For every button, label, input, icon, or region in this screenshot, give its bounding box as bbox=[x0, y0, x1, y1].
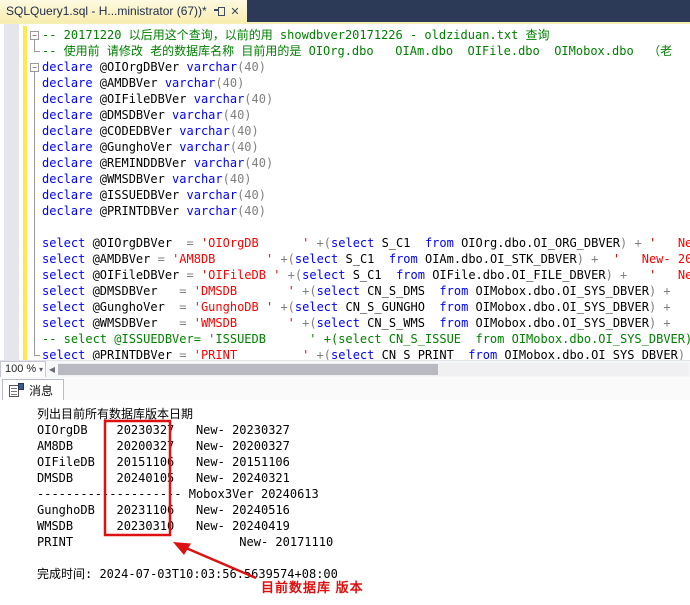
message-line: 列出目前所有数据库版本日期 bbox=[37, 406, 690, 422]
code-line[interactable]: declare @PRINTDBVer varchar(40) bbox=[42, 203, 690, 219]
editor-bottom-bar: 100 % ▾ ◀ bbox=[0, 360, 690, 377]
tab-title: SQLQuery1.sql - H...ministrator (67))* bbox=[6, 4, 211, 18]
ssms-window: SQLQuery1.sql - H...ministrator (67))* ✕… bbox=[0, 0, 690, 605]
code-line[interactable]: declare @AMDBVer varchar(40) bbox=[42, 75, 690, 91]
code-line[interactable]: declare @REMINDDBVer varchar(40) bbox=[42, 155, 690, 171]
message-line: -------------------- Mobox3Ver 20240613 bbox=[37, 486, 690, 502]
message-line: AM8DB 20200327 New- 20200327 bbox=[37, 438, 690, 454]
annotation-label: 目前数据库 版本 bbox=[261, 577, 364, 596]
message-doc-icon bbox=[9, 383, 24, 398]
fold-toggle-icon[interactable] bbox=[30, 31, 39, 40]
tab-sqlquery1[interactable]: SQLQuery1.sql - H...ministrator (67))* ✕ bbox=[0, 0, 247, 22]
code-line[interactable]: select @OIOrgDBVer = 'OIOrgDB ' +(select… bbox=[42, 235, 690, 251]
code-line[interactable]: select @WMSDBVer = 'WMSDB ' +(select CN_… bbox=[42, 315, 690, 331]
code-line[interactable]: declare @CODEDBVer varchar(40) bbox=[42, 123, 690, 139]
code-line[interactable]: -- 20171220 以后用这个查询，以前的用 showdbver201712… bbox=[42, 27, 690, 43]
zoom-level-value: 100 % bbox=[5, 363, 36, 375]
chevron-down-icon: ▾ bbox=[39, 365, 43, 374]
code-line[interactable] bbox=[42, 219, 690, 235]
horizontal-scrollbar[interactable] bbox=[58, 363, 689, 376]
editor-gutter bbox=[4, 24, 19, 360]
code-line[interactable]: select @GunghoVer = 'GunghoDB ' +(select… bbox=[42, 299, 690, 315]
code-line[interactable]: select @OIFileDBVer = 'OIFileDB ' +(sele… bbox=[42, 267, 690, 283]
message-line: OIFileDB 20151106 New- 20151106 bbox=[37, 454, 690, 470]
messages-output: 列出目前所有数据库版本日期OIOrgDB 20230327 New- 20230… bbox=[0, 400, 690, 605]
document-tab-strip: SQLQuery1.sql - H...ministrator (67))* ✕ bbox=[0, 0, 690, 22]
code-lines[interactable]: -- 20171220 以后用这个查询，以前的用 showdbver201712… bbox=[42, 27, 690, 360]
code-line[interactable]: -- select @ISSUEDBVer= 'ISSUEDB ' +(sele… bbox=[42, 331, 690, 347]
scroll-left-arrow-icon[interactable]: ◀ bbox=[46, 361, 58, 378]
zoom-level-dropdown[interactable]: 100 % ▾ bbox=[0, 361, 46, 378]
outline-connector bbox=[34, 72, 35, 355]
code-line[interactable]: select @AMDBVer = 'AM8DB ' +(select S_C1… bbox=[42, 251, 690, 267]
code-line[interactable]: select @DMSDBVer = 'DMSDB ' +(select CN_… bbox=[42, 283, 690, 299]
code-line[interactable]: select @PRINTDBVer = 'PRINT ' +(select C… bbox=[42, 347, 690, 360]
message-line: OIOrgDB 20230327 New- 20230327 bbox=[37, 422, 690, 438]
fold-toggle-icon[interactable] bbox=[30, 63, 39, 72]
outline-connector bbox=[34, 355, 40, 356]
outline-connector bbox=[34, 40, 35, 51]
tab-messages[interactable]: 消息 bbox=[2, 379, 64, 400]
code-line[interactable]: declare @WMSDBVer varchar(40) bbox=[42, 171, 690, 187]
pin-icon[interactable] bbox=[211, 3, 227, 19]
code-line[interactable]: declare @DMSDBVer varchar(40) bbox=[42, 107, 690, 123]
results-pane: 消息 列出目前所有数据库版本日期OIOrgDB 20230327 New- 20… bbox=[0, 377, 690, 605]
code-line[interactable]: declare @ISSUEDBVer varchar(40) bbox=[42, 187, 690, 203]
message-line: DMSDB 20240105 New- 20240321 bbox=[37, 470, 690, 486]
results-tab-bar: 消息 bbox=[0, 377, 690, 400]
message-line: GunghoDB 20231106 New- 20240516 bbox=[37, 502, 690, 518]
code-line[interactable]: -- 使用前 请修改 老的数据库名称 目前用的是 OIOrg.dbo OIAm.… bbox=[42, 43, 690, 59]
message-line bbox=[37, 550, 690, 566]
message-line: WMSDB 20230310 New- 20240419 bbox=[37, 518, 690, 534]
code-line[interactable]: declare @OIFileDBVer varchar(40) bbox=[42, 91, 690, 107]
close-icon[interactable]: ✕ bbox=[227, 3, 243, 19]
change-tracking-bar bbox=[23, 26, 27, 360]
pin-shape bbox=[214, 6, 224, 16]
outline-connector bbox=[34, 51, 40, 52]
code-line[interactable]: declare @OIOrgDBVer varchar(40) bbox=[42, 59, 690, 75]
sql-editor[interactable]: -- 20171220 以后用这个查询，以前的用 showdbver201712… bbox=[0, 24, 690, 360]
horizontal-scrollbar-thumb[interactable] bbox=[58, 364, 438, 375]
messages-tab-label: 消息 bbox=[29, 382, 53, 399]
message-line: PRINT New- 20171110 bbox=[37, 534, 690, 550]
code-line[interactable]: declare @GunghoVer varchar(40) bbox=[42, 139, 690, 155]
